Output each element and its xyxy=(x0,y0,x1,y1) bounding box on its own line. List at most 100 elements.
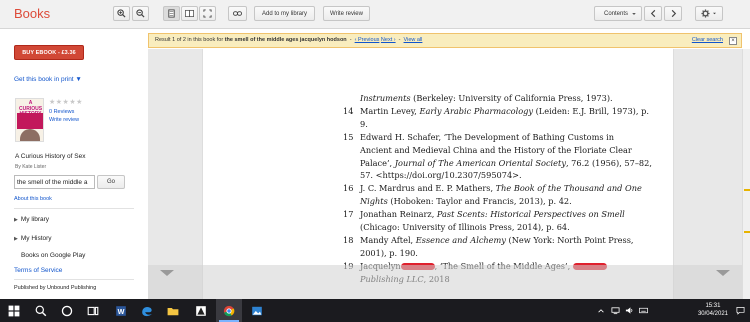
top-toolbar: Books Add to my library Write review Con… xyxy=(0,0,750,29)
add-to-library-label: Add to my library xyxy=(261,10,307,17)
speaker-icon xyxy=(625,307,632,314)
clock-time: 15:31 xyxy=(705,303,721,309)
view-all-link[interactable]: View all xyxy=(404,37,423,43)
next-page-arrow-icon[interactable] xyxy=(716,270,730,276)
publisher-info: Published by Unbound Publishing xyxy=(14,285,97,291)
next-result-link[interactable]: Next › xyxy=(381,37,396,43)
clear-search-link[interactable]: Clear search xyxy=(692,37,723,43)
tray-up-arrow[interactable] xyxy=(594,299,608,322)
footnote-text: Instruments (Berkeley: University of Cal… xyxy=(360,93,613,103)
edge-icon xyxy=(142,306,152,316)
previous-page-button[interactable] xyxy=(644,6,662,21)
app-icon xyxy=(196,305,206,316)
fullscreen-icon xyxy=(203,9,212,18)
reviews-link[interactable]: 0 Reviews xyxy=(49,109,74,115)
page-text-line: 16 J. C. Mardrus and E. P. Mathers, The B… xyxy=(343,182,663,195)
page-nav-overlay xyxy=(148,265,742,299)
cover-art-figure xyxy=(20,129,40,141)
book-page: Instruments (Berkeley: University of Cal… xyxy=(202,49,674,299)
language-indicator[interactable] xyxy=(636,299,650,322)
about-this-book-link[interactable]: About this book xyxy=(14,196,52,202)
chrome-app-button[interactable] xyxy=(216,299,242,322)
search-hit-marker xyxy=(744,231,750,233)
word-app-button[interactable]: W xyxy=(108,299,134,322)
footnote-number: 15 xyxy=(343,131,354,142)
page-text-line: 57. <https://doi.org/10.2307/595074>. xyxy=(343,169,663,182)
cover-art-band xyxy=(17,113,43,129)
page-text-line: Nights (Hoboken: Taylor and Francis, 201… xyxy=(343,195,663,208)
prev-page-arrow-icon[interactable] xyxy=(160,270,174,276)
get-book-in-print-link[interactable]: Get this book in print ▼ xyxy=(14,76,82,83)
write-review-link[interactable]: Write review xyxy=(49,117,79,123)
books-logo[interactable]: Books xyxy=(14,6,50,21)
notifications-button[interactable] xyxy=(730,299,750,322)
book-cover[interactable]: A CURIOUS HISTORY OF SEX xyxy=(15,98,44,142)
svg-text:W: W xyxy=(118,307,125,316)
page-text-line: 9. xyxy=(343,118,663,131)
book-viewer[interactable]: Instruments (Berkeley: University of Cal… xyxy=(148,49,742,299)
notification-icon xyxy=(736,306,744,315)
terms-of-service-link[interactable]: Terms of Service xyxy=(14,267,62,274)
cortana-button[interactable] xyxy=(54,299,80,322)
next-page-button[interactable] xyxy=(664,6,682,21)
link-icon xyxy=(233,11,242,16)
single-page-icon xyxy=(168,9,175,18)
zoom-out-icon xyxy=(136,9,145,18)
chrome-icon xyxy=(223,305,235,316)
viewer-scrollbar[interactable] xyxy=(742,49,750,299)
keyboard-icon xyxy=(638,307,648,314)
two-page-view-button[interactable] xyxy=(181,6,198,21)
single-page-view-button[interactable] xyxy=(163,6,180,21)
my-library-item[interactable]: ▶ My library xyxy=(14,216,49,223)
word-icon: W xyxy=(116,305,126,316)
books-on-google-play-link[interactable]: Books on Google Play xyxy=(21,252,85,259)
settings-button[interactable] xyxy=(695,6,723,21)
chevron-right-icon xyxy=(671,9,676,18)
inkscape-app-button[interactable] xyxy=(188,299,214,322)
page-text-line: 17 Jonathan Reinarz, Past Scents: Histori… xyxy=(343,208,663,221)
network-icon xyxy=(610,307,620,315)
previous-result-link[interactable]: ‹ Previous xyxy=(355,37,380,43)
taskbar-search-button[interactable] xyxy=(28,299,54,322)
close-banner-button[interactable]: × xyxy=(729,37,737,45)
volume-control[interactable] xyxy=(622,299,636,322)
search-go-button[interactable]: Go xyxy=(97,175,125,189)
write-review-button[interactable]: Write review xyxy=(323,6,370,21)
page-text-line: (Chicago: University of Illinois Press, … xyxy=(343,221,663,234)
photos-app-button[interactable] xyxy=(244,299,270,322)
page-text-line: 14 Martin Levey, Early Arabic Pharmacolog… xyxy=(343,105,663,118)
footnote-text: 57. <https://doi.org/10.2307/595074>. xyxy=(360,170,522,181)
task-view-button[interactable] xyxy=(80,299,106,322)
caret-down-icon xyxy=(632,12,636,15)
zoom-out-button[interactable] xyxy=(132,6,149,21)
contents-label: Contents xyxy=(603,10,628,17)
zoom-in-button[interactable] xyxy=(113,6,130,21)
my-history-item[interactable]: ▶ My History xyxy=(14,235,52,242)
task-view-icon xyxy=(87,306,99,315)
footnote-text: Mandy Aftel, Essence and Alchemy (New Yo… xyxy=(360,234,634,245)
search-hit-marker xyxy=(744,189,750,191)
my-history-label: My History xyxy=(20,235,52,242)
page-text-line: 15 Edward H. Schafer, ‘The Development of… xyxy=(343,131,663,144)
page-text-line: 18 Mandy Aftel, Essence and Alchemy (New … xyxy=(343,234,663,247)
add-to-library-button[interactable]: Add to my library xyxy=(254,6,315,21)
divider xyxy=(14,279,134,280)
clock-date: 30/04/2021 xyxy=(697,311,728,317)
file-explorer-button[interactable] xyxy=(160,299,186,322)
buy-ebook-button[interactable]: BUY EBOOK - £3.36 xyxy=(14,45,84,60)
write-review-label: Write review xyxy=(330,10,363,17)
windows-taskbar: W 15:31 30/04/2021 xyxy=(0,299,750,322)
start-button[interactable] xyxy=(0,299,28,322)
edge-app-button[interactable] xyxy=(134,299,160,322)
triangle-right-icon: ▶ xyxy=(14,236,18,242)
triangle-right-icon: ▶ xyxy=(14,217,18,223)
fullscreen-button[interactable] xyxy=(199,6,216,21)
taskbar-clock[interactable]: 15:31 30/04/2021 xyxy=(698,302,728,318)
network-status[interactable] xyxy=(608,299,622,322)
windows-logo-icon xyxy=(8,305,20,316)
chevron-up-icon xyxy=(598,308,604,312)
search-in-book-input[interactable]: the smell of the middle a xyxy=(14,175,95,189)
link-button[interactable] xyxy=(228,6,247,21)
footnote-text: 2001), p. 190. xyxy=(360,247,418,258)
contents-dropdown[interactable]: Contents xyxy=(594,6,642,21)
